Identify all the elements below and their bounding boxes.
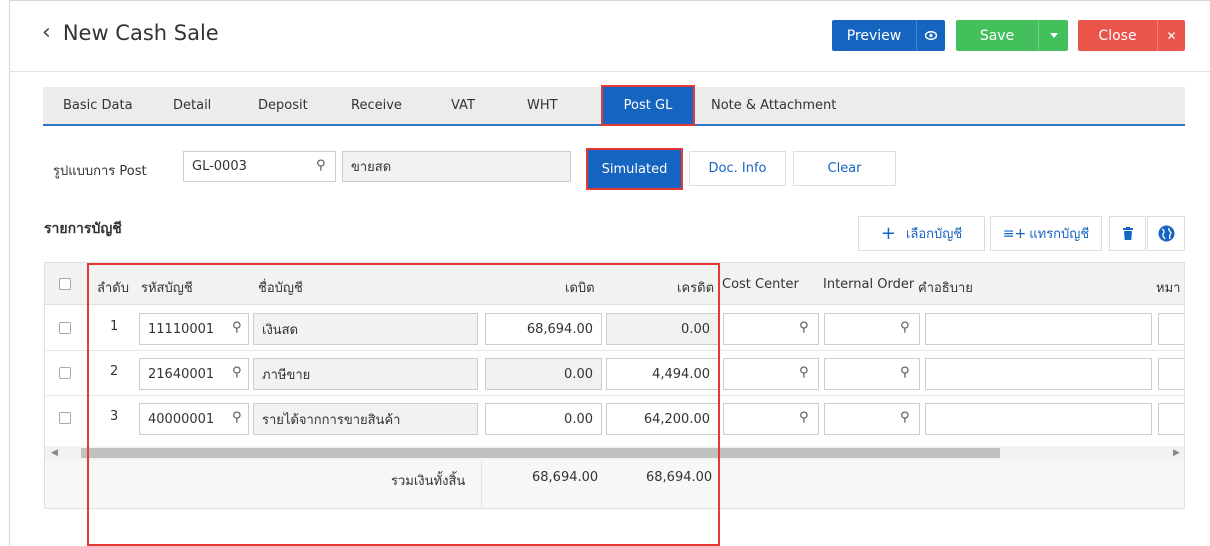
- scrollbar-thumb[interactable]: [81, 448, 1000, 458]
- note-input[interactable]: [1158, 313, 1184, 345]
- post-code-input[interactable]: GL-0003: [183, 151, 336, 182]
- description-input[interactable]: [925, 358, 1152, 390]
- row-seq: 2: [110, 364, 119, 379]
- header-description: คำอธิบาย: [918, 281, 973, 296]
- grid-footer: รวมเงินทั้งสิ้น 68,694.00 68,694.00: [45, 460, 1184, 508]
- search-icon[interactable]: ⚲: [900, 365, 910, 380]
- preview-button-label: Preview: [846, 27, 902, 44]
- search-icon[interactable]: ⚲: [316, 158, 326, 173]
- search-icon[interactable]: ⚲: [900, 320, 910, 335]
- trash-icon[interactable]: [1109, 216, 1146, 251]
- search-icon[interactable]: ⚲: [799, 365, 809, 380]
- account-name-field: รายได้จากการขายสินค้า: [253, 403, 478, 435]
- preview-button[interactable]: Preview: [832, 20, 916, 51]
- grid-header: ลำดับ รหัสบัญชี ชื่อบัญชี เดบิต เครดิต C…: [45, 263, 1184, 305]
- chevron-left-icon[interactable]: ‹: [42, 20, 51, 45]
- frame-top-border: [9, 0, 1210, 1]
- tab-post-gl[interactable]: Post GL: [601, 85, 695, 126]
- total-debit: 68,694.00: [532, 470, 599, 485]
- header-note: หมา: [1156, 281, 1181, 296]
- post-name-field: ขายสด: [342, 151, 571, 182]
- search-icon[interactable]: ⚲: [232, 320, 242, 335]
- page-title-text: New Cash Sale: [62, 20, 219, 45]
- row-checkbox[interactable]: [59, 322, 71, 334]
- tab-receive[interactable]: Receive: [351, 87, 402, 124]
- description-input[interactable]: [925, 403, 1152, 435]
- select-all-checkbox[interactable]: [59, 278, 71, 290]
- header-debit: เดบิต: [565, 281, 595, 296]
- credit-input[interactable]: 4,494.00: [606, 358, 719, 390]
- search-icon[interactable]: ⚲: [900, 410, 910, 425]
- header-cost-center: Cost Center: [722, 277, 799, 292]
- clear-button[interactable]: Clear: [793, 151, 896, 186]
- note-input[interactable]: [1158, 403, 1184, 435]
- search-icon[interactable]: ⚲: [799, 320, 809, 335]
- post-code-value: GL-0003: [192, 159, 247, 174]
- tab-basic-data[interactable]: Basic Data: [63, 87, 133, 124]
- header-account-name: ชื่อบัญชี: [258, 281, 303, 296]
- account-name-field: เงินสด: [253, 313, 478, 345]
- table-row: 3 40000001 ⚲ รายได้จากการขายสินค้า 0.00 …: [45, 396, 1184, 441]
- credit-input[interactable]: 0.00: [606, 313, 719, 345]
- note-input[interactable]: [1158, 358, 1184, 390]
- description-input[interactable]: [925, 313, 1152, 345]
- header-credit: เครดิต: [677, 281, 715, 296]
- row-seq: 1: [110, 319, 119, 334]
- scroll-right-icon[interactable]: ▶: [1173, 446, 1180, 460]
- tab-deposit[interactable]: Deposit: [258, 87, 308, 124]
- insert-account-button[interactable]: ≡+ แทรกบัญชี: [990, 216, 1102, 251]
- tab-wht[interactable]: WHT: [527, 87, 558, 124]
- close-button[interactable]: Close: [1078, 20, 1157, 51]
- debit-input[interactable]: 68,694.00: [485, 313, 602, 345]
- insert-rows-icon: ≡+: [1002, 225, 1027, 242]
- header-seq: ลำดับ: [97, 281, 129, 296]
- tab-detail[interactable]: Detail: [173, 87, 211, 124]
- search-icon[interactable]: ⚲: [799, 410, 809, 425]
- credit-input[interactable]: 64,200.00: [606, 403, 719, 435]
- plus-icon: +: [880, 223, 896, 244]
- close-button-label: Close: [1098, 27, 1137, 44]
- caret-down-icon[interactable]: [1038, 20, 1068, 51]
- globe-icon[interactable]: [1147, 216, 1185, 251]
- frame-left-border: [9, 0, 10, 546]
- select-account-button[interactable]: + เลือกบัญชี: [858, 216, 985, 251]
- row-seq: 3: [110, 409, 119, 424]
- scroll-left-icon[interactable]: ◀: [51, 446, 58, 460]
- search-icon[interactable]: ⚲: [232, 365, 242, 380]
- header-internal-order: Internal Order: [823, 277, 915, 292]
- total-credit: 68,694.00: [646, 470, 713, 485]
- tab-bar: Basic Data Detail Deposit Receive VAT WH…: [43, 85, 1185, 126]
- page-title: ‹ New Cash Sale: [42, 20, 219, 45]
- total-label: รวมเงินทั้งสิ้น: [391, 474, 466, 489]
- footer-divider: [481, 460, 482, 508]
- debit-input[interactable]: 0.00: [485, 403, 602, 435]
- accounts-section-title: รายการบัญชี: [44, 221, 122, 237]
- doc-info-button[interactable]: Doc. Info: [689, 151, 786, 186]
- header-account-code: รหัสบัญชี: [141, 281, 193, 296]
- header-divider: [9, 71, 1210, 72]
- post-name-value: ขายสด: [351, 160, 392, 175]
- save-button[interactable]: Save: [956, 20, 1038, 51]
- account-name-field: ภาษีขาย: [253, 358, 478, 390]
- accounts-grid: ลำดับ รหัสบัญชี ชื่อบัญชี เดบิต เครดิต C…: [44, 262, 1185, 509]
- save-button-label: Save: [979, 27, 1015, 44]
- table-row: 1 11110001 ⚲ เงินสด 68,694.00 0.00 ⚲ ⚲: [45, 306, 1184, 351]
- row-checkbox[interactable]: [59, 412, 71, 424]
- tab-vat[interactable]: VAT: [451, 87, 475, 124]
- row-checkbox[interactable]: [59, 367, 71, 379]
- eye-icon[interactable]: [916, 20, 945, 51]
- search-icon[interactable]: ⚲: [232, 410, 242, 425]
- table-row: 2 21640001 ⚲ ภาษีขาย 0.00 4,494.00 ⚲ ⚲: [45, 351, 1184, 396]
- horizontal-scrollbar[interactable]: ◀ ▶: [45, 446, 1184, 460]
- tab-note-attachment[interactable]: Note & Attachment: [711, 87, 836, 124]
- post-format-label: รูปแบบการ Post: [53, 164, 147, 179]
- debit-input[interactable]: 0.00: [485, 358, 602, 390]
- simulated-button[interactable]: Simulated: [586, 148, 683, 190]
- close-icon[interactable]: ✕: [1157, 20, 1185, 51]
